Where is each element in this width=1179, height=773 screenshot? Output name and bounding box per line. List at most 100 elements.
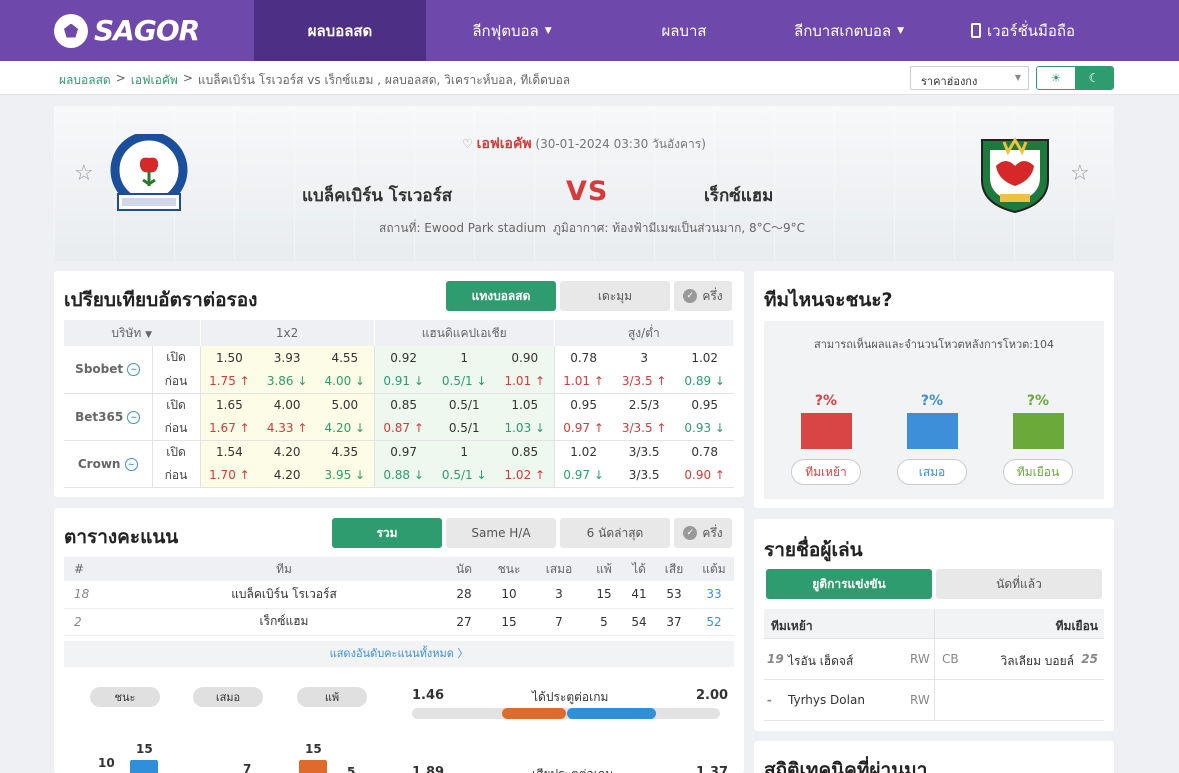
show-all-standings-link[interactable]: แสดงอันดับคะแนนทั้งหมด 〉	[64, 641, 734, 667]
standings-header: ได้	[624, 557, 654, 581]
odds-format-select[interactable]: ราคาฮ่องกง ▼	[910, 66, 1029, 90]
vote-button[interactable]: เสมอ	[897, 459, 967, 485]
vote-note: สามารถเห็นผลและจำนวนโหวตหลังการโหวต:104	[814, 338, 1054, 351]
logo-text: SAGOR	[94, 14, 200, 47]
team-name[interactable]: เร็กซ์แฮม	[124, 608, 444, 636]
nav-basketball-leagues[interactable]: ลีกบาสเกตบอล ▼	[770, 0, 928, 61]
breadcrumb-home-link[interactable]: ผลบอลสด	[59, 71, 111, 90]
prematch-label: ก่อน	[152, 463, 201, 488]
trend-chart-icon[interactable]: ~	[124, 457, 138, 471]
nav-basketball-results[interactable]: ผลบาส	[598, 0, 770, 61]
team-name[interactable]: แบล็คเบิร์น โรเวอร์ส	[124, 581, 444, 609]
standings-cell: 18	[64, 581, 124, 609]
win-pill[interactable]: ชนะ	[90, 687, 160, 707]
trend-chart-icon[interactable]: ~	[127, 410, 141, 424]
standings-cell: 52	[694, 608, 734, 636]
moon-icon[interactable]: ☾	[1075, 67, 1113, 89]
odds-cell: 3	[613, 346, 676, 370]
player-name[interactable]: ไรอัน เฮ็ดจส์	[788, 652, 853, 671]
standings-header: ทีม	[124, 557, 444, 581]
loss-pill[interactable]: แพ้	[297, 687, 367, 707]
nav-label: ลีกบาสเกตบอล	[794, 21, 892, 40]
standings-cell: 28	[444, 581, 484, 609]
odds-cell: 0.85	[495, 440, 555, 464]
corner-button[interactable]: เดะมุม	[560, 281, 670, 311]
odds-value: 4.35	[331, 445, 359, 459]
goals-label: ได้ประตูต่อเกม	[532, 690, 609, 704]
odds-value: 2.5/3	[628, 398, 660, 412]
theme-toggle[interactable]: ☀ ☾	[1036, 66, 1114, 90]
company-name[interactable]: Sbobet ~	[64, 346, 153, 394]
trend-chart-icon[interactable]: ~	[127, 363, 141, 377]
half-toggle[interactable]: ✓ ครึ่ง	[674, 281, 732, 311]
breadcrumb-current: แบล็คเบิร์น โรเวอร์ส vs เร็กซ์แฮม , ผลบอ…	[197, 73, 571, 87]
favorite-star-icon-away[interactable]: ☆	[1070, 161, 1090, 186]
arrow-up-icon: ↑	[711, 468, 725, 482]
nav-football-leagues[interactable]: ลีกฟุตบอล ▼	[426, 0, 598, 61]
odds-cell: 0.97 ↓	[553, 463, 613, 488]
company-header[interactable]: บริษัท ▼	[64, 320, 201, 346]
odds-value: 1.02	[504, 468, 532, 482]
odds-cell: 0.5/1	[432, 393, 496, 417]
nav-label: ผลบอลสด	[307, 21, 373, 40]
odds-value: 4.00	[324, 374, 352, 388]
favorite-heart-icon[interactable]: ♡	[462, 137, 477, 151]
nav-label: ลีกฟุตบอล	[472, 21, 539, 40]
last-match-tab[interactable]: นัดที่แล้ว	[936, 569, 1102, 599]
player-name[interactable]: วิลเลียม บอยล์	[1000, 652, 1074, 671]
last-6-button[interactable]: 6 นัดล่าสุด	[560, 518, 670, 548]
vote-percent: ?%	[920, 393, 944, 409]
half-toggle[interactable]: ✓ ครึ่ง	[674, 518, 732, 548]
live-bet-button[interactable]: แทงบอลสด	[446, 281, 556, 311]
odds-value: 0.90	[511, 350, 539, 365]
vote-button[interactable]: ทีมเหย้า	[791, 459, 861, 485]
arrow-down-icon: ↓	[351, 374, 366, 388]
league-name[interactable]: เอฟเอคัพ	[477, 136, 532, 152]
nav-mobile-version[interactable]: เวอร์ชั่นมือถือ	[928, 0, 1118, 61]
odds-value: 1.05	[511, 398, 539, 412]
lineup-tab[interactable]: ยูติการแข่งขัน	[766, 569, 932, 599]
odds-cell: 4.20	[258, 440, 316, 464]
standings-cell: 53	[654, 581, 694, 609]
breadcrumb-league-link[interactable]: เอฟเอคัพ	[131, 71, 178, 90]
company-name[interactable]: Crown ~	[64, 440, 153, 488]
odds-value: 3/3.5	[628, 445, 660, 459]
half-label: ครึ่ง	[702, 525, 723, 540]
draw-pill[interactable]: เสมอ	[193, 687, 263, 707]
odds-cell: 1.50	[200, 346, 259, 370]
same-ha-button[interactable]: Same H/A	[446, 518, 556, 548]
odds-cell: 0.88 ↓	[373, 463, 433, 488]
caret-down-icon: ▼	[145, 329, 153, 340]
standings-cell: 5	[584, 608, 624, 636]
odds-cell: 1.02	[553, 440, 613, 464]
breadcrumb-separator: >	[182, 71, 193, 85]
standings-cell: 37	[654, 608, 694, 636]
home-team-name[interactable]: แบล็คเบิร์น โรเวอร์ส	[302, 182, 452, 209]
site-logo[interactable]: SAGOR	[0, 0, 254, 61]
odds-value: 0.95	[570, 398, 597, 412]
odds-value: 1.67	[209, 421, 236, 435]
favorite-star-icon-home[interactable]: ☆	[74, 161, 94, 186]
odds-value: 5.00	[331, 398, 359, 412]
arrow-down-icon: ↓	[711, 374, 725, 388]
company-name[interactable]: Bet365 ~	[64, 393, 153, 441]
nav-live-scores[interactable]: ผลบอลสด	[254, 0, 426, 61]
nav-label: เวอร์ชั่นมือถือ	[986, 21, 1076, 40]
who-will-win-title: ทีมไหนจะชนะ?	[764, 289, 893, 311]
odds-value: 0.88	[383, 468, 411, 482]
player-position: RW	[910, 652, 930, 666]
overall-button[interactable]: รวม	[332, 518, 442, 548]
conceded-home-value: 1.89	[412, 765, 445, 773]
odds-cell: 0.97	[373, 440, 433, 464]
odds-cell: 0.95	[676, 393, 734, 417]
odds-row: ก่อน 1.75 ↑ 3.86 ↓ 4.00 ↓ 0.91 ↓ 0.5/1 ↓ 1.01 …	[64, 369, 734, 394]
vote-button[interactable]: ทีมเยือน	[1003, 459, 1073, 485]
caret-down-icon: ▼	[544, 25, 552, 36]
sun-icon[interactable]: ☀	[1037, 67, 1075, 89]
arrow-down-icon: ↓	[472, 468, 487, 482]
player-name[interactable]: Tyrhys Dolan	[788, 693, 865, 707]
odds-value: 1	[460, 445, 469, 459]
away-team-name[interactable]: เร็กซ์แฮม	[704, 182, 773, 209]
arrow-up-icon: ↑	[410, 421, 424, 435]
odds-cell: 0.97 ↑	[553, 416, 613, 441]
